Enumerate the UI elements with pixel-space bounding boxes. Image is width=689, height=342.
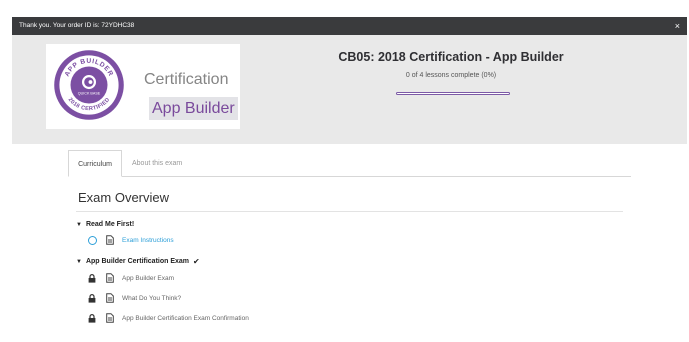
section-title: App Builder Certification Exam [85, 258, 190, 265]
badge-certification-label: Certification [144, 71, 229, 88]
order-notice-bar: Thank you. Your order ID is: 72YDHC38 × [12, 17, 687, 35]
lesson-label-exam-confirmation: App Builder Certification Exam Confirmat… [122, 314, 249, 322]
lesson-label-what-do-you-think: What Do You Think? [122, 294, 182, 302]
certification-badge: APP BUILDER 2018 CERTIFIED QUICK BASE Ce… [46, 44, 240, 129]
course-progress-bar [396, 92, 510, 95]
tab-curriculum[interactable]: Curriculum [68, 150, 122, 177]
section-title: Read Me First! [85, 221, 135, 228]
exam-overview-heading: Exam Overview [78, 190, 170, 205]
close-icon[interactable]: × [675, 17, 680, 35]
order-notice-text: Thank you. Your order ID is: 72YDHC38 [19, 22, 135, 29]
document-icon [105, 273, 115, 283]
document-icon [105, 235, 115, 245]
caret-down-icon: ▼ [76, 258, 82, 265]
tab-about-this-exam[interactable]: About this exam [132, 150, 182, 177]
checkmark-icon: ✔ [193, 257, 200, 266]
section-read-me-first[interactable]: ▼ Read Me First! [76, 221, 134, 228]
lessons-progress-text: 0 of 4 lessons complete (0%) [405, 72, 497, 79]
divider [76, 211, 623, 212]
course-tabs: Curriculum About this exam [68, 150, 631, 177]
caret-down-icon: ▼ [76, 221, 82, 228]
badge-app-builder-label: App Builder [149, 97, 238, 120]
lock-icon [86, 312, 98, 324]
lock-icon [86, 292, 98, 304]
lesson-label-app-builder-exam: App Builder Exam [122, 274, 175, 282]
section-app-builder-certification-exam[interactable]: ▼ App Builder Certification Exam ✔ [76, 257, 200, 266]
seal-brand-text: QUICK BASE [78, 92, 101, 96]
incomplete-circle-icon [86, 234, 98, 246]
lesson-item: App Builder Exam [86, 272, 174, 284]
document-icon [105, 293, 115, 303]
lesson-link-exam-instructions[interactable]: Exam Instructions [122, 237, 174, 244]
certification-seal-icon: APP BUILDER 2018 CERTIFIED QUICK BASE [54, 50, 124, 120]
document-icon [105, 313, 115, 323]
lesson-item[interactable]: Exam Instructions [86, 234, 174, 246]
lock-icon [86, 272, 98, 284]
course-title: CB05: 2018 Certification - App Builder [338, 50, 564, 64]
lesson-item: What Do You Think? [86, 292, 181, 304]
lesson-item: App Builder Certification Exam Confirmat… [86, 312, 249, 324]
